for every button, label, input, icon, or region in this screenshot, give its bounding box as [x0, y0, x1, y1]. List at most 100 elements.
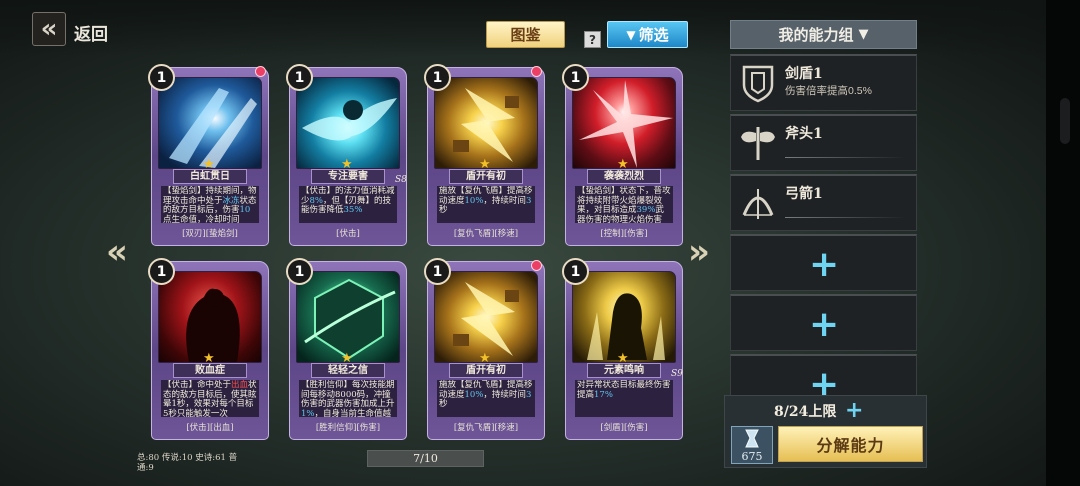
filter-label: 筛选 — [638, 26, 669, 44]
card-description-text: 3 — [525, 389, 532, 400]
card-description: 对异常状态目标最终伤害提高17% — [575, 380, 673, 417]
card-art-image — [296, 77, 400, 169]
next-page-arrow-icon[interactable]: » — [688, 232, 710, 272]
card-description-text: ，持续时间 — [483, 195, 526, 206]
expand-capacity-icon[interactable]: + — [845, 398, 863, 423]
axe-icon — [738, 123, 778, 163]
help-icon[interactable]: ? — [584, 31, 601, 48]
card-name: 盾开有初 — [449, 169, 523, 184]
camera-notch — [1060, 98, 1070, 144]
currency-amount: 675 — [741, 450, 763, 463]
decompose-ability-button[interactable]: 分解能力 — [778, 426, 923, 462]
card-description: 【伏击】的法力值消耗减少8%，但【刃舞】的技能伤害降低35% — [299, 186, 397, 223]
ability-group-label: 我的能力组 — [778, 26, 854, 44]
ability-group-dropdown[interactable]: 我的能力组 ▼ — [730, 20, 917, 49]
card-tags: [双刃][蛰焰剑] — [182, 229, 238, 239]
card-level-badge: 1 — [562, 258, 589, 285]
device-bezel — [1046, 0, 1080, 486]
page-indicator: 7/10 — [367, 450, 484, 467]
card-tags: [胜利信仰][伤害] — [315, 423, 381, 433]
card-level-badge: 1 — [286, 258, 313, 285]
ability-card[interactable]: 1 ★ 盾开有初 施放【复仇飞盾】提高移动速度10%，持续时间3秒 [复仇飞盾][移速] — [424, 64, 545, 246]
back-button[interactable]: « — [32, 12, 66, 46]
card-description-text: 1% — [301, 408, 315, 417]
back-label[interactable]: 返回 — [74, 20, 108, 45]
ability-card[interactable]: 1 ★ 专注要害 【伏击】的法力值消耗减少8%，但【刃舞】的技能伤害降低35% [伏击]… — [286, 64, 407, 246]
card-description-text: 冰冻 — [222, 195, 240, 206]
card-description-text: 39% — [636, 205, 656, 215]
card-tags: [复仇飞盾][移速] — [453, 229, 519, 239]
ability-slot-filled[interactable]: 剑盾1 伤害倍率提高0.5% — [730, 54, 917, 111]
triangle-down-icon: ▼ — [626, 27, 636, 42]
ability-slot-filled[interactable]: 斧头1 — [730, 114, 917, 171]
codex-button[interactable]: 图鉴 — [486, 21, 565, 48]
shield-emblem-icon — [738, 63, 778, 103]
card-description-text: ，自身当前生命值越低 — [314, 408, 392, 417]
ability-slot-empty[interactable]: + — [730, 294, 917, 351]
card-name: 轻轻之信 — [311, 363, 385, 378]
card-tags: [剑盾][伤害] — [600, 423, 648, 433]
season-badge: S9 — [671, 369, 683, 379]
card-art-image — [296, 271, 400, 363]
new-indicator-dot — [531, 66, 542, 77]
new-indicator-dot — [255, 66, 266, 77]
capacity-limit: 8/24上限 — [774, 404, 837, 420]
card-name: 白虹贯日 — [173, 169, 247, 184]
card-name: 败血症 — [173, 363, 247, 378]
hourglass-icon — [745, 429, 759, 448]
card-art-image — [158, 77, 262, 169]
prev-page-arrow-icon[interactable]: « — [106, 232, 128, 272]
card-tags: [伏击] — [336, 229, 360, 239]
ability-card[interactable]: 1 ★ 白虹贯日 【蛰焰剑】持续期间，物理攻击命中处于冰冻状态的敌方目标后，伤害10点… — [148, 64, 269, 246]
card-art-image — [158, 271, 262, 363]
card-description-text: 10% — [464, 389, 484, 400]
card-description-text: 10 — [239, 205, 251, 215]
ability-slot-name: 弓箭1 — [785, 186, 823, 202]
card-level-badge: 1 — [424, 258, 451, 285]
card-tags: [复仇飞盾][移速] — [453, 423, 519, 433]
ability-slot-name: 剑盾1 — [785, 66, 823, 82]
double-chevron-left-icon: « — [40, 14, 58, 44]
card-stats: 总:80 传说:10 史诗:61 普通:9 — [137, 453, 238, 473]
plus-icon: + — [809, 244, 840, 285]
card-description: 【蛰焰剑】持续期间，物理攻击命中处于冰冻状态的敌方目标后，伤害10点生命值，冷却… — [161, 186, 259, 223]
ability-card[interactable]: 1 ★ 败血症 【伏击】命中处于出血状态的敌方目标后，使其眩晕1秒，效果对每个目标5秒… — [148, 258, 269, 440]
card-name: 元素鸣响 — [587, 363, 661, 378]
triangle-down-icon: ▼ — [858, 27, 869, 42]
card-description-text: ，持续时间 — [483, 389, 526, 400]
ability-card[interactable]: 1 ★ 轻轻之信 【胜利信仰】每次技能期间每移动8000码，冲撞伤害的武器伤害加成上升… — [286, 258, 407, 440]
card-art-image — [434, 271, 538, 363]
card-tags: [伏击][出血] — [186, 423, 234, 433]
card-level-badge: 1 — [424, 64, 451, 91]
card-description-text: 秒 — [439, 205, 448, 215]
card-level-badge: 1 — [286, 64, 313, 91]
card-tags: [控制][伤害] — [600, 229, 648, 239]
card-description-text: 出血 — [231, 380, 249, 390]
card-description-text: 8% — [309, 195, 324, 206]
plus-icon: + — [809, 304, 840, 345]
card-level-badge: 1 — [148, 64, 175, 91]
card-description: 【蛰焰剑】状态下，普攻将持续附带火焰爆裂效果，对目标造成39%武器伤害的物理火焰… — [575, 186, 673, 223]
card-description: 【胜利信仰】每次技能期间每移动8000码，冲撞伤害的武器伤害加成上升1%，自身当… — [299, 380, 397, 417]
season-badge: S8 — [395, 175, 407, 185]
card-description-text: 35% — [343, 205, 363, 215]
card-description: 【伏击】命中处于出血状态的敌方目标后，使其眩晕1秒，效果对每个目标5秒只能触发一… — [161, 380, 259, 417]
card-description-text: 3 — [525, 195, 532, 206]
card-description-text: 秒 — [439, 399, 448, 409]
card-name: 盾开有初 — [449, 363, 523, 378]
card-art-image — [572, 77, 676, 169]
divider-line — [785, 157, 905, 158]
card-level-badge: 1 — [562, 64, 589, 91]
card-art-image — [434, 77, 538, 169]
card-description: 施放【复仇飞盾】提高移动速度10%，持续时间3秒 — [437, 380, 535, 417]
ability-card[interactable]: 1 ★ 袭袭烈烈 【蛰焰剑】状态下，普攻将持续附带火焰爆裂效果，对目标造成39%武器伤… — [562, 64, 683, 246]
ability-card[interactable]: 1 ★ 元素鸣响 对异常状态目标最终伤害提高17% [剑盾][伤害] S9 — [562, 258, 683, 440]
card-description: 施放【复仇飞盾】提高移动速度10%，持续时间3秒 — [437, 186, 535, 223]
card-description-text: 17% — [594, 389, 613, 400]
card-description-text: 【伏击】命中处于 — [163, 380, 232, 390]
ability-slot-filled[interactable]: 弓箭1 — [730, 174, 917, 231]
ability-slot-empty[interactable]: + — [730, 234, 917, 291]
filter-button[interactable]: ▼ 筛选 — [607, 21, 688, 48]
ability-card[interactable]: 1 ★ 盾开有初 施放【复仇飞盾】提高移动速度10%，持续时间3秒 [复仇飞盾][移速] — [424, 258, 545, 440]
bow-icon — [738, 183, 778, 223]
